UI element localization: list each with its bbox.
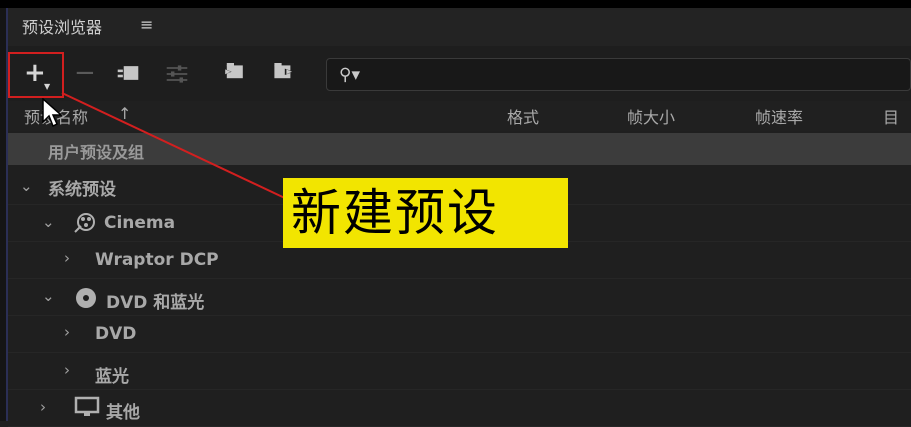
new-preset-callout: 新建预设 — [283, 178, 568, 248]
mouse-cursor-icon — [42, 98, 63, 128]
